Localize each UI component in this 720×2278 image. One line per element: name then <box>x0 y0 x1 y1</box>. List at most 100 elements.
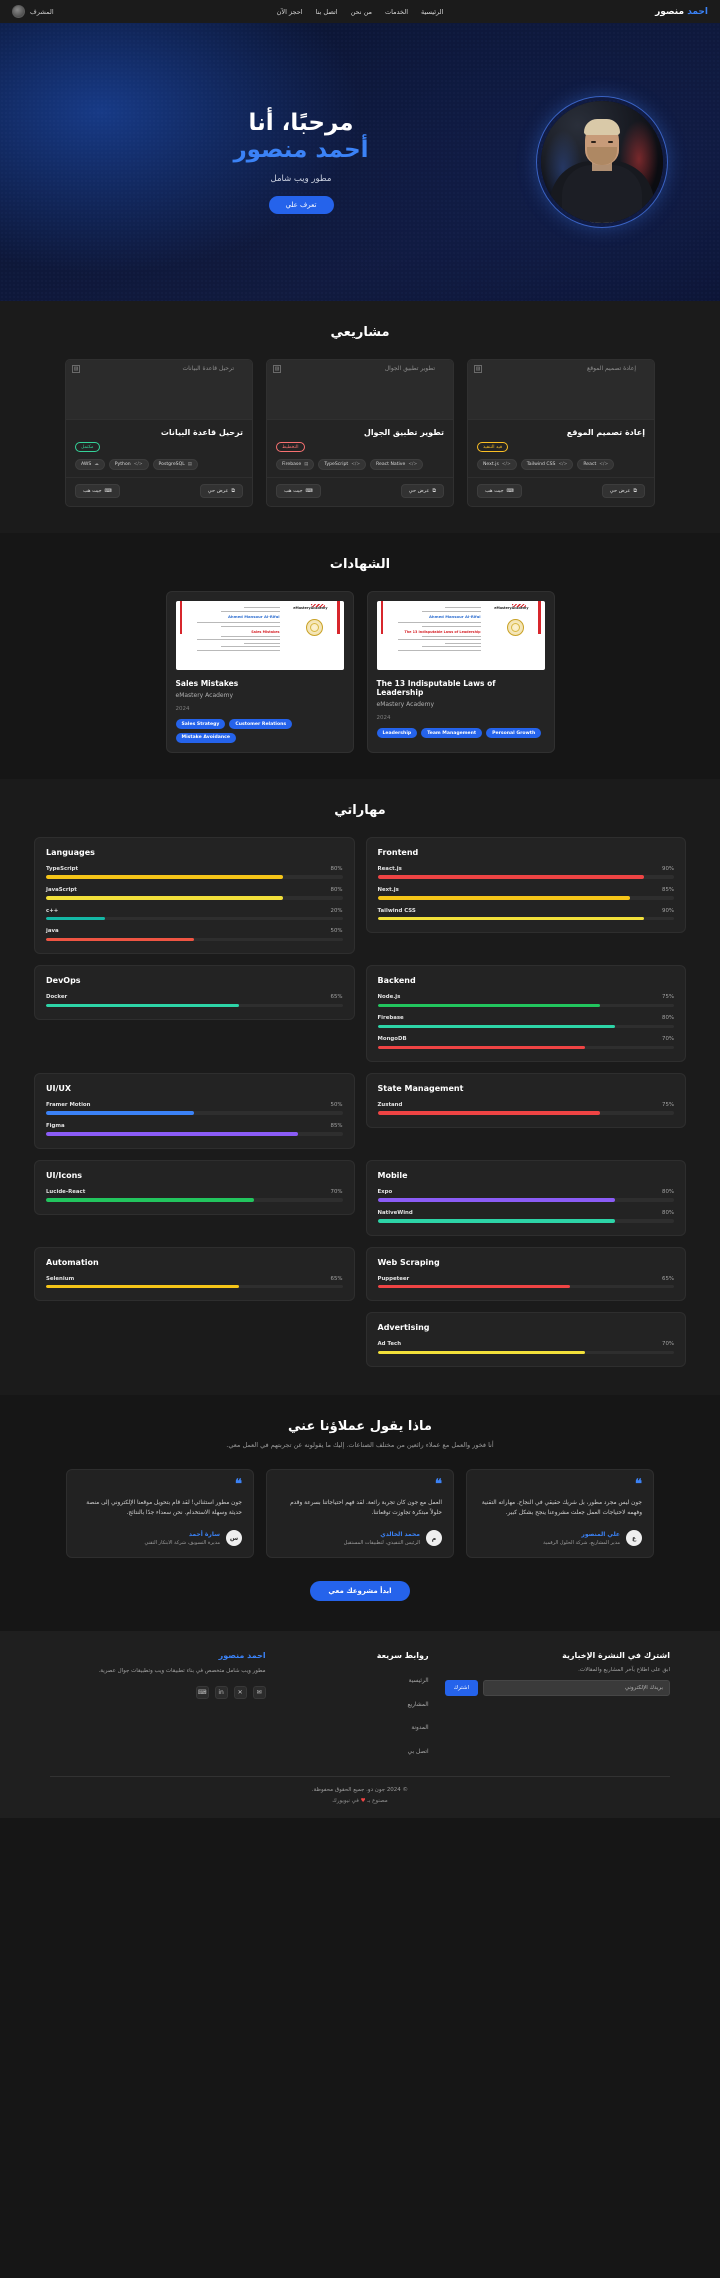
project-title: تطوير تطبيق الجوال <box>363 428 444 437</box>
skill-row: Next.js 85% <box>377 886 674 900</box>
skill-percentage: 70% <box>330 1188 343 1195</box>
linkedin-icon[interactable]: in <box>214 1685 228 1699</box>
testimonials-grid: ❝ جون ليس مجرد مطور، بل شريك حقيقي في ال… <box>0 1469 720 1558</box>
project-github-button[interactable]: ⌨ جيت هب <box>477 484 522 499</box>
skill-row: Puppeteer 65% <box>377 1276 674 1289</box>
certificate-tag: Sales Strategy <box>175 719 226 729</box>
made-by-pre: مصنوع بـ <box>367 1798 388 1804</box>
project-card[interactable]: ▨ إعادة تصميم الموقع إعادة تصميم الموقع … <box>467 359 655 508</box>
skill-card: UI/Icons Lucide-React 70% <box>34 1159 355 1215</box>
certificate-tags: Leadership Team Management Personal Grow… <box>376 728 545 738</box>
project-tag: ▤ Firebase <box>276 459 315 471</box>
skill-percentage: 75% <box>662 1101 674 1108</box>
certificate-name: Sales Mistakes <box>175 679 239 689</box>
skill-row: Expo 80% <box>377 1188 674 1202</box>
project-tags: </> React </> Tailwind CSS </> Next.js <box>477 459 645 471</box>
skill-percentage: 50% <box>330 928 343 935</box>
start-project-button[interactable]: ابدأ مشروعك معي <box>310 1581 410 1601</box>
email-icon[interactable]: ✉ <box>252 1685 266 1699</box>
project-demo-button[interactable]: ⧉ عرض حي <box>601 484 645 499</box>
hero-cta-button[interactable]: تعرف علي <box>268 195 334 214</box>
certificate-tag: Customer Relations <box>229 719 293 729</box>
skill-bar-fill <box>46 1198 254 1202</box>
certificate-seal-icon <box>506 619 524 637</box>
project-card[interactable]: ▨ ترحيل قاعدة البيانات ترحيل قاعدة البيا… <box>65 359 253 508</box>
skill-row: Ad Tech 70% <box>377 1341 674 1355</box>
skill-bar-fill <box>377 917 645 921</box>
nav-link-book-now[interactable]: احجز الآن <box>277 8 303 16</box>
projects-title: مشاريعي <box>330 325 390 340</box>
twitter-icon[interactable]: ✕ <box>233 1685 247 1699</box>
skill-card: Automation Selenium 65% <box>34 1246 355 1302</box>
certificate-card[interactable]: eMasteryAcademy Ahmed Mansour Al-Rifai T… <box>366 591 555 753</box>
certificate-tags: Sales Strategy Customer Relations Mistak… <box>175 719 344 743</box>
github-icon[interactable]: ⌨ <box>195 1685 209 1699</box>
project-tag: </> React Native <box>370 459 424 471</box>
skill-card: Mobile Expo 80% NativeWind 80% <box>365 1159 686 1236</box>
skill-percentage: 80% <box>662 1188 674 1195</box>
footer-link-blog[interactable]: المدونة <box>411 1725 428 1731</box>
skill-row: Lucide-React 70% <box>46 1189 343 1202</box>
hero-section: مرحبًا، أنا أحمد منصور مطور ويب شامل تعر… <box>0 23 720 301</box>
skill-bar-fill <box>377 1024 615 1029</box>
project-github-button[interactable]: ⌨ جيت هب <box>75 484 120 499</box>
skill-name: Expo <box>377 1188 393 1195</box>
certificate-card[interactable]: eMasteryAcademy Ahmed Mansour Al-Rifai S… <box>165 591 354 753</box>
skill-percentage: 80% <box>662 1209 674 1216</box>
project-thumb-alt: إعادة تصميم الموقع <box>587 365 636 372</box>
nav-link-home[interactable]: الرئيسية <box>421 8 443 16</box>
skill-bar-fill <box>46 1111 195 1115</box>
projects-grid: ▨ إعادة تصميم الموقع إعادة تصميم الموقع … <box>0 359 720 508</box>
footer-link-projects[interactable]: المشاريع <box>407 1702 428 1708</box>
skill-bar-fill <box>46 1003 239 1008</box>
testimonial-card: ❝ جون ليس مجرد مطور، بل شريك حقيقي في ال… <box>466 1469 654 1558</box>
skill-percentage: 20% <box>330 907 343 914</box>
skill-row: Figma 85% <box>46 1123 343 1136</box>
certificates-grid: eMasteryAcademy Ahmed Mansour Al-Rifai T… <box>0 591 720 753</box>
project-github-button[interactable]: ⌨ جيت هب <box>276 484 321 499</box>
certificates-title: الشهادات <box>329 557 391 573</box>
project-thumbnail: ▨ تطوير تطبيق الجوال <box>267 360 453 420</box>
github-icon: ⌨ <box>305 488 313 495</box>
site-logo[interactable]: احمد منصور <box>655 7 708 17</box>
user-avatar-icon[interactable] <box>12 5 25 18</box>
skill-name: Tailwind CSS <box>377 907 416 914</box>
email-field[interactable] <box>482 1680 670 1696</box>
quick-links-list: الرئيسية المشاريع المدونة اتصل بي <box>282 1667 429 1757</box>
skill-bar-track <box>377 1045 674 1049</box>
skill-name: MongoDB <box>377 1036 407 1043</box>
nav-link-services[interactable]: الخدمات <box>385 8 408 16</box>
skill-bar-track <box>46 1132 343 1136</box>
subscribe-button[interactable]: اشترك <box>444 1680 478 1696</box>
testimonial-card: ❝ جون مطور استثنائي! لقد قام بتحويل موقع… <box>66 1469 254 1558</box>
external-link-icon: ⧉ <box>633 488 637 495</box>
nav-link-about[interactable]: من نحن <box>351 8 372 16</box>
skill-bar-track <box>377 1111 674 1115</box>
certificate-brand: eMasteryAcademy <box>494 606 529 611</box>
skill-row: c++ 20% <box>46 908 343 921</box>
logo-second-word: منصور <box>655 6 685 17</box>
broken-image-icon: ▨ <box>72 365 80 373</box>
certificate-course: Sales Mistakes <box>251 629 280 634</box>
project-tag: </> TypeScript <box>318 459 367 471</box>
nav-user-area[interactable]: المشرف <box>12 5 54 18</box>
project-card[interactable]: ▨ تطوير تطبيق الجوال تطوير تطبيق الجوال … <box>266 359 454 508</box>
footer-link-contact[interactable]: اتصل بي <box>408 1749 429 1755</box>
certificate-image: eMasteryAcademy Ahmed Mansour Al-Rifai T… <box>376 601 545 671</box>
project-demo-button[interactable]: ⧉ عرض حي <box>199 484 243 499</box>
skill-name: Next.js <box>377 886 399 893</box>
skill-name: Zustand <box>377 1101 403 1108</box>
footer-link-home[interactable]: الرئيسية <box>409 1678 429 1684</box>
skill-name: java <box>46 928 59 935</box>
project-title: إعادة تصميم الموقع <box>566 428 645 437</box>
project-demo-button[interactable]: ⧉ عرض حي <box>400 484 444 499</box>
skill-row: Tailwind CSS 90% <box>377 907 674 921</box>
skill-row: MongoDB 70% <box>377 1036 674 1049</box>
skill-percentage: 65% <box>330 1275 343 1282</box>
skill-bar-track <box>46 896 343 900</box>
copyright-text: © 2024 جون دو. جميع الحقوق محفوظة. <box>311 1787 409 1793</box>
certificate-tag: Team Management <box>421 728 483 738</box>
hero-portrait <box>536 96 668 228</box>
skill-category: Languages <box>46 847 95 857</box>
nav-link-contact[interactable]: اتصل بنا <box>316 8 338 16</box>
